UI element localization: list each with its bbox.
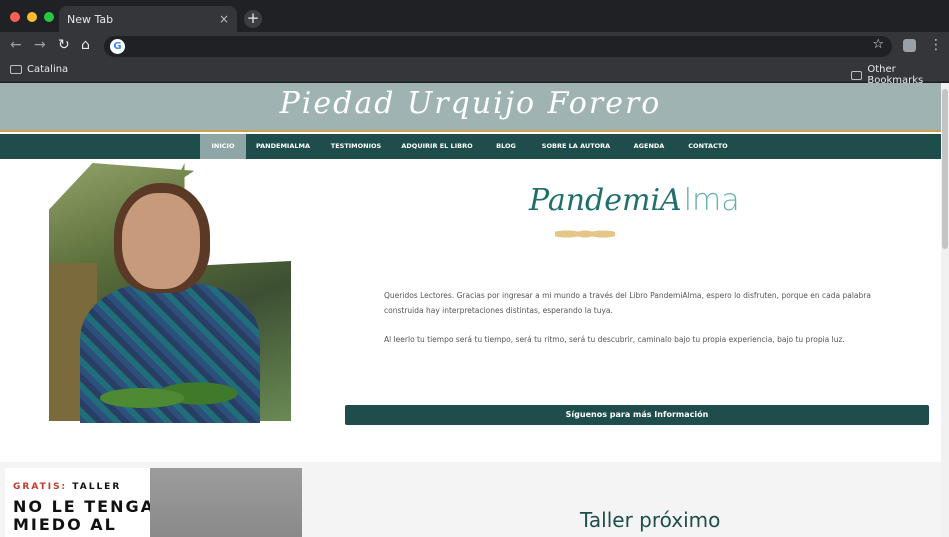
page-scrollbar[interactable] (941, 83, 949, 537)
browser-tab-bar: New Tab × + (0, 0, 949, 32)
forward-arrow-icon[interactable]: → (34, 37, 46, 53)
follow-button[interactable]: Síguenos para más Información (345, 405, 929, 425)
minimize-window-button[interactable] (27, 12, 37, 22)
promo-label: GRATIS: TALLER (13, 482, 122, 492)
site-title[interactable]: Piedad Urquijo Forero (0, 86, 941, 121)
menu-item-blog[interactable]: BLOG (488, 134, 524, 159)
home-icon[interactable]: ⌂ (81, 37, 90, 53)
window-controls (10, 12, 54, 22)
extension-icon[interactable] (903, 39, 916, 52)
menu-item-sobre-la-autora[interactable]: SOBRE LA AUTORA (536, 134, 616, 159)
browser-toolbar: ← → ↻ ⌂ G ☆ ⋮ (0, 32, 949, 60)
new-tab-button[interactable]: + (244, 10, 262, 28)
back-arrow-icon[interactable]: ← (10, 37, 22, 53)
intro-paragraph: Queridos Lectores. Gracias por ingresar … (384, 291, 871, 315)
main-navigation: INICIO PANDEMIALMA TESTIMONIOS ADQUIRIR … (0, 134, 941, 159)
maximize-window-button[interactable] (44, 12, 54, 22)
menu-item-contacto[interactable]: CONTACTO (682, 134, 734, 159)
plant-leaves (100, 375, 240, 421)
bookmark-catalina[interactable]: Catalina (10, 64, 68, 75)
site-header: Piedad Urquijo Forero (0, 83, 941, 132)
address-bar[interactable]: G ☆ (104, 36, 892, 57)
browser-tab[interactable]: New Tab × (59, 6, 237, 32)
scrollbar-thumb[interactable] (942, 89, 948, 249)
reload-icon[interactable]: ↻ (58, 37, 70, 53)
menu-item-pandemialma[interactable]: PANDEMIALMA (252, 134, 314, 159)
bookmarks-bar: Catalina Other Bookmarks (0, 60, 949, 86)
close-tab-icon[interactable]: × (219, 12, 229, 26)
menu-item-testimonios[interactable]: TESTIMONIOS (326, 134, 386, 159)
next-workshop-heading: Taller próximo (580, 508, 721, 532)
intro-paragraph-2: Al leerlo tu tiempo será tu tiempo, será… (384, 335, 845, 344)
menu-item-inicio[interactable]: INICIO (200, 134, 246, 159)
bookmark-star-icon[interactable]: ☆ (872, 37, 884, 52)
browser-menu-icon[interactable]: ⋮ (929, 37, 943, 53)
folder-icon (851, 70, 863, 80)
close-window-button[interactable] (10, 12, 20, 22)
pandemialma-logo: PandemiAlma (529, 183, 740, 218)
google-icon: G (110, 39, 125, 54)
tab-title: New Tab (67, 13, 114, 26)
menu-item-adquirir[interactable]: ADQUIRIR EL LIBRO (397, 134, 477, 159)
author-face (122, 193, 200, 289)
web-page: Piedad Urquijo Forero INICIO PANDEMIALMA… (0, 83, 941, 537)
folder-icon (10, 65, 22, 74)
logo-leaves-icon (555, 223, 615, 245)
menu-item-agenda[interactable]: AGENDA (628, 134, 670, 159)
promo-image (150, 468, 302, 537)
